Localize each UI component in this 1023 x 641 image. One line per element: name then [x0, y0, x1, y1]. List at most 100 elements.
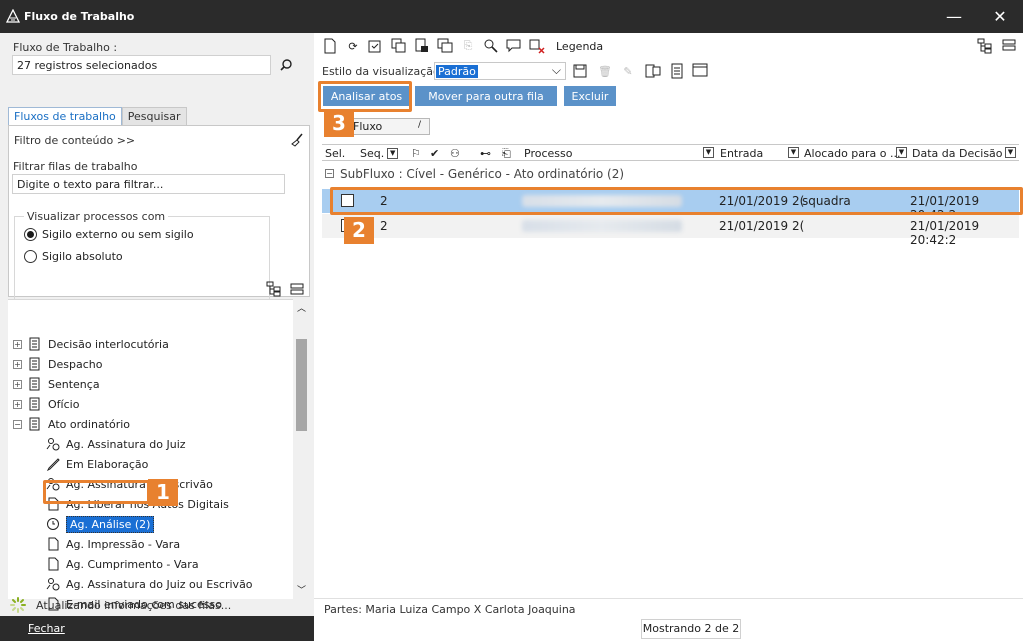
filter-queues-input[interactable]: Digite o texto para filtrar... — [12, 174, 285, 194]
parties-text: Partes: Maria Luiza Campo X Carlota Joaq… — [324, 603, 576, 616]
tree-item[interactable]: Ag. Impressão - Vara — [46, 534, 180, 554]
collapse-list-icon[interactable] — [1002, 39, 1016, 52]
close-window-button[interactable]: ✕ — [977, 0, 1023, 33]
chevron-down-icon[interactable]: ▼ — [387, 148, 399, 159]
highlight-row — [330, 187, 1023, 215]
document-stack-icon — [29, 357, 40, 371]
row-entry: 21/01/2019 2( — [719, 219, 805, 233]
pencil-icon: ✎ — [623, 64, 633, 78]
document-stack-icon — [29, 397, 40, 411]
remove-document-icon[interactable] — [529, 38, 545, 54]
document-stack-icon[interactable] — [437, 38, 453, 54]
broom-icon[interactable] — [289, 132, 305, 148]
loading-spinner-icon — [10, 597, 26, 613]
collapse-list-icon[interactable] — [290, 283, 304, 296]
delete-button[interactable]: Excluir — [564, 86, 616, 106]
document-list-icon[interactable] — [669, 63, 685, 79]
expand-icon[interactable]: + — [13, 399, 22, 409]
expand-icon[interactable]: + — [13, 339, 22, 349]
tree-item-label: Ato ordinatório — [48, 417, 131, 431]
tab-search[interactable]: Pesquisar — [121, 107, 187, 125]
collapse-icon[interactable]: − — [325, 169, 334, 178]
signature-icon — [46, 437, 60, 451]
group-by-chip[interactable]: Fluxo / — [348, 118, 430, 135]
group-header-row[interactable]: − SubFluxo : Cível - Genérico - Ato ordi… — [322, 166, 1019, 186]
scroll-thumb[interactable] — [296, 339, 307, 431]
bookmark-col-icon[interactable]: ⚐ — [411, 147, 421, 160]
trash-icon: 🗑 — [598, 64, 612, 78]
search-icon[interactable] — [279, 58, 293, 72]
document-lock-icon[interactable] — [414, 38, 430, 54]
chevron-down-icon: ⌵ — [551, 63, 561, 77]
tab-workflows[interactable]: Fluxos de trabalho — [8, 107, 122, 125]
tree-item-label: Ag. Análise (2) — [66, 515, 155, 533]
tree-item[interactable]: Ag. Assinatura do Juiz — [46, 434, 186, 454]
save-icon[interactable] — [572, 63, 588, 79]
tree-item[interactable]: + Despacho — [13, 354, 102, 374]
col-seq-label: Seq. — [360, 147, 385, 160]
process-number-redacted — [522, 220, 682, 232]
record-count: Mostrando 2 de 2 — [641, 619, 741, 639]
radio-absolute-secrecy[interactable]: Sigilo absoluto — [24, 250, 123, 263]
expand-icon[interactable]: + — [13, 359, 22, 369]
status-message: Atualizando informações das filas... — [10, 597, 231, 613]
content-filter-toggle[interactable]: Filtro de conteúdo >> — [14, 134, 135, 147]
tree-structure-icon[interactable] — [977, 38, 993, 54]
legend-link[interactable]: Legenda — [556, 40, 603, 53]
tree-item[interactable]: + Sentença — [13, 374, 100, 394]
document-stack-icon — [29, 417, 40, 431]
flow-selection-field[interactable]: 27 registros selecionados — [12, 55, 271, 75]
tree-item-label: Em Elaboração — [66, 457, 149, 471]
comment-icon[interactable] — [506, 38, 522, 54]
col-entry[interactable]: Entrada — [720, 147, 763, 160]
tree-item[interactable]: − Ato ordinatório — [13, 414, 130, 434]
users-col-icon[interactable]: ⚇ — [450, 147, 460, 160]
tree-item[interactable]: + Decisão interlocutória — [13, 334, 169, 354]
tree-structure-icon[interactable] — [266, 281, 282, 297]
tree-item[interactable]: Ag. Análise (2) — [46, 514, 155, 534]
tree-item-label: Despacho — [48, 357, 103, 371]
copy-icon[interactable] — [391, 38, 407, 54]
tree-item[interactable]: Ag. Assinatura do Juiz ou Escrivão — [46, 574, 253, 594]
pen-icon — [46, 457, 60, 472]
chevron-down-icon[interactable]: ▼ — [703, 147, 714, 158]
col-seq[interactable]: Seq. ▼ — [360, 147, 399, 160]
col-decision[interactable]: Data da Decisão — [912, 147, 1003, 160]
row-seq: 2 — [380, 219, 388, 233]
window-list-icon[interactable] — [692, 63, 708, 79]
minimize-button[interactable]: — — [931, 0, 977, 33]
export-icon[interactable] — [645, 63, 661, 79]
scroll-down-icon[interactable]: ﹀ — [297, 583, 306, 596]
collapse-icon[interactable]: − — [13, 419, 22, 429]
check-col-icon[interactable]: ✔ — [430, 147, 439, 160]
new-document-icon[interactable] — [322, 38, 338, 54]
col-allocated[interactable]: Alocado para o ... — [804, 147, 901, 160]
clock-icon — [46, 517, 60, 531]
row-decision: 21/01/2019 20:42:2 — [910, 219, 980, 247]
link-col-icon[interactable]: ⊷ — [480, 147, 491, 160]
expand-icon[interactable]: + — [13, 379, 22, 389]
move-queue-button[interactable]: Mover para outra fila — [415, 86, 557, 106]
grid-header: Sel. Seq. ▼ ⚐ ✔ ⚇ ⊷ ⎗ Processo ▼ Entrada … — [322, 144, 1019, 161]
checklist-icon[interactable] — [368, 38, 384, 54]
search-document-icon[interactable] — [483, 38, 499, 54]
scroll-up-icon[interactable]: ︿ — [297, 301, 306, 314]
col-process[interactable]: Processo — [524, 147, 572, 160]
radio-external-secrecy[interactable]: Sigilo externo ou sem sigilo — [24, 228, 194, 241]
chevron-down-icon[interactable]: ▼ — [896, 147, 907, 158]
tree-scrollbar[interactable]: ︿ ﹀ — [293, 299, 310, 599]
tree-item-label: Ag. Cumprimento - Vara — [66, 557, 199, 571]
chevron-down-icon[interactable]: ▼ — [788, 147, 799, 158]
refresh-icon[interactable]: ⟳ — [345, 38, 361, 54]
chevron-down-icon[interactable]: ▼ — [1005, 147, 1016, 158]
close-label: Fechar — [28, 622, 65, 635]
table-row[interactable]: 2 21/01/2019 2( 21/01/2019 20:42:2 — [322, 214, 1019, 247]
tree-item[interactable]: Ag. Cumprimento - Vara — [46, 554, 199, 574]
close-button[interactable]: Fechar — [0, 616, 314, 641]
document-stack-icon — [29, 337, 40, 351]
tree-item[interactable]: Em Elaboração — [46, 454, 148, 474]
view-style-select[interactable]: Padrão ⌵ — [434, 62, 566, 80]
tree-item[interactable]: + Ofício — [13, 394, 79, 414]
document-col-icon[interactable]: ⎗ — [502, 147, 511, 161]
col-sel[interactable]: Sel. — [325, 147, 345, 160]
